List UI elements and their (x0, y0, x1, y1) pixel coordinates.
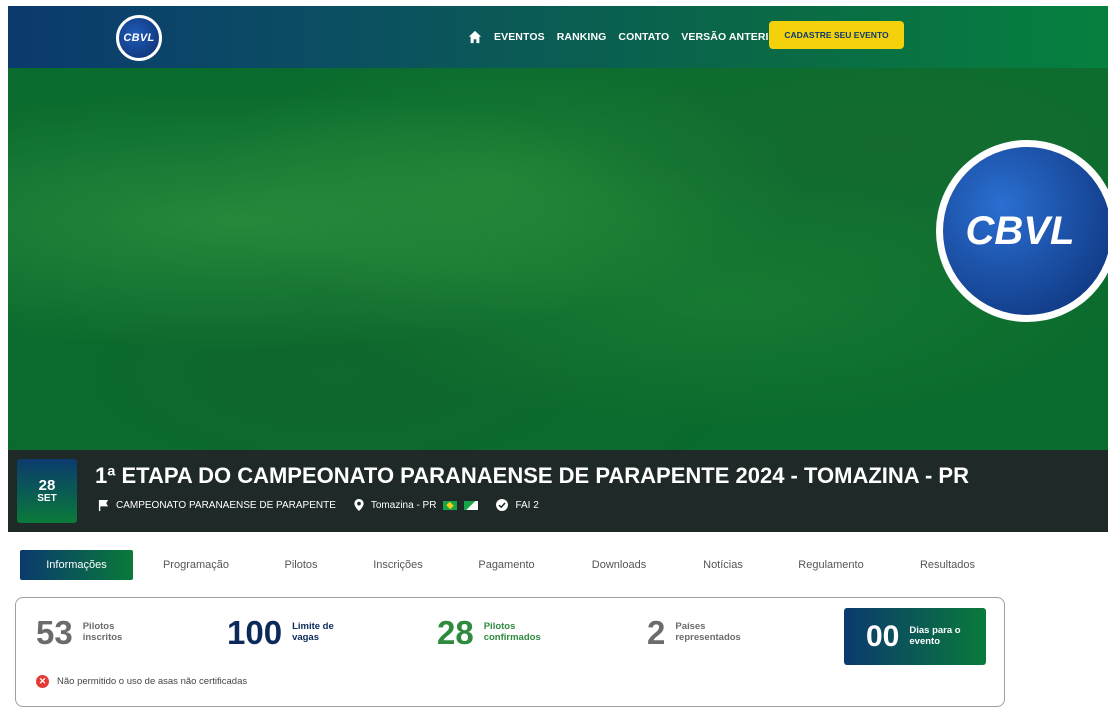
parana-flag-icon (464, 500, 479, 510)
days-label: Dias para o evento (909, 624, 961, 647)
check-circle-icon (496, 499, 509, 511)
event-day: 28 (38, 476, 56, 494)
event-month: SET (37, 492, 57, 504)
category-text: FAI 2 (515, 499, 539, 511)
stat-countries-value: 2 (647, 614, 666, 651)
stat-registered: 53 Pilotos inscritos (36, 616, 127, 649)
nav-ranking[interactable]: RANKING (557, 31, 607, 43)
nav-contato[interactable]: CONTATO (618, 31, 669, 43)
stat-limit: 100 Limite de vagas (227, 616, 340, 649)
event-stats-card: 53 Pilotos inscritos 100 Limite de vagas… (15, 597, 1005, 707)
top-navbar: CBVL EVENTOS RANKING CONTATO VERSÃO ANTE… (8, 6, 1108, 68)
emblem-inner: CBVL (943, 147, 1108, 315)
stat-limit-value: 100 (227, 614, 283, 651)
location-pin-icon (354, 499, 364, 511)
event-header: 28 SET 1ª ETAPA DO CAMPEONATO PARANAENSE… (8, 450, 1108, 532)
home-icon[interactable] (468, 30, 482, 44)
stat-countries-label: Países representados (675, 620, 741, 643)
stat-registered-label: Pilotos inscritos (82, 620, 123, 643)
event-date: 28 SET (17, 459, 77, 523)
tab-downloads[interactable]: Downloads (560, 550, 678, 580)
main-menu: EVENTOS RANKING CONTATO VERSÃO ANTERIOR (468, 6, 785, 68)
tab-noticias[interactable]: Notícias (678, 550, 768, 580)
emblem-text: CBVL (965, 208, 1075, 253)
event-meta: CAMPEONATO PARANAENSE DE PARAPENTE Tomaz… (98, 499, 539, 511)
error-x-icon: ✕ (36, 675, 49, 688)
location-text: Tomazina - PR (370, 499, 437, 511)
cbvl-emblem: CBVL (936, 140, 1108, 322)
stat-limit-label: Limite de vagas (292, 620, 334, 643)
tab-informacoes[interactable]: Informações (20, 550, 133, 580)
stat-confirmed: 28 Pilotos confirmados (437, 616, 544, 649)
event-tabs: Informações Programação Pilotos Inscriçõ… (20, 550, 1005, 580)
event-title: 1ª ETAPA DO CAMPEONATO PARANAENSE DE PAR… (95, 463, 969, 488)
tab-regulamento[interactable]: Regulamento (768, 550, 894, 580)
days-value: 00 (866, 619, 900, 653)
register-event-button[interactable]: CADASTRE SEU EVENTO (769, 21, 904, 49)
stat-registered-value: 53 (36, 614, 73, 651)
tab-programacao[interactable]: Programação (133, 550, 259, 580)
cbvl-logo[interactable]: CBVL (116, 15, 162, 61)
tab-inscricoes[interactable]: Inscrições (343, 550, 453, 580)
flag-icon (98, 499, 109, 511)
stat-countries: 2 Países representados (647, 616, 743, 649)
certification-warning: ✕ Não permitido o uso de asas não certif… (36, 675, 247, 688)
meta-championship: CAMPEONATO PARANAENSE DE PARAPENTE (98, 499, 336, 511)
meta-category: FAI 2 (496, 499, 539, 511)
stat-confirmed-value: 28 (437, 614, 474, 651)
logo-text: CBVL (123, 32, 155, 44)
brazil-flag-icon (443, 500, 458, 510)
warning-text: Não permitido o uso de asas não certific… (57, 676, 248, 687)
nav-eventos[interactable]: EVENTOS (494, 31, 545, 43)
championship-name: CAMPEONATO PARANAENSE DE PARAPENTE (116, 499, 336, 511)
tab-resultados[interactable]: Resultados (894, 550, 1001, 580)
days-to-event-box: 00 Dias para o evento (844, 608, 986, 665)
tab-pilotos[interactable]: Pilotos (259, 550, 343, 580)
hero-banner: CBVL (8, 68, 1108, 450)
tab-pagamento[interactable]: Pagamento (453, 550, 560, 580)
meta-location: Tomazina - PR (354, 499, 479, 511)
stat-confirmed-label: Pilotos confirmados (483, 620, 541, 643)
